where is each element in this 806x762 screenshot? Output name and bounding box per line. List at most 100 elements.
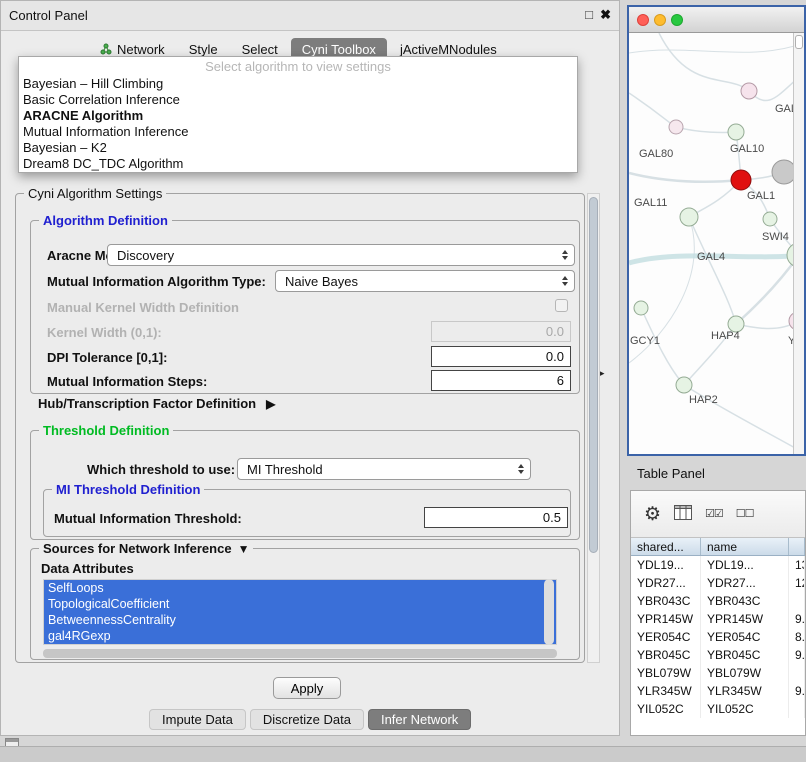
settings-scrollbar[interactable] — [587, 193, 600, 663]
network-scrollbar-thumb[interactable] — [795, 35, 803, 49]
table-cell[interactable]: 9. — [789, 646, 805, 664]
settings-scrollbar-thumb[interactable] — [589, 197, 598, 553]
tab-impute-data[interactable]: Impute Data — [149, 709, 246, 730]
algorithm-option[interactable]: Dream8 DC_TDC Algorithm — [19, 156, 577, 172]
apply-button[interactable]: Apply — [273, 677, 341, 699]
network-graph: GAL8GAL80GAL10GAL11GAL1SWI4GAL4GCY1HAP4H… — [629, 33, 804, 454]
table-cell[interactable]: YDR27... — [631, 574, 701, 592]
table-row[interactable]: YER054CYER054C8. — [631, 628, 805, 646]
algorithm-option[interactable]: Basic Correlation Inference — [19, 92, 577, 108]
aracne-mode-combobox[interactable]: Discovery — [107, 244, 575, 266]
table-cell[interactable]: YPR145W — [701, 610, 789, 628]
network-window-titlebar[interactable] — [629, 7, 804, 33]
table-cell[interactable]: YLR345W — [701, 682, 789, 700]
network-node[interactable] — [763, 212, 777, 226]
table-row[interactable]: YIL052CYIL052C — [631, 700, 805, 718]
table-row[interactable]: YDR27...YDR27...12 — [631, 574, 805, 592]
table-row[interactable]: YBR043CYBR043C — [631, 592, 805, 610]
table-row[interactable]: YDL19...YDL19...13 — [631, 556, 805, 574]
table-cell[interactable]: YLR345W — [631, 682, 701, 700]
algorithm-option[interactable]: ARACNE Algorithm — [19, 108, 577, 124]
table-cell[interactable]: 8. — [789, 628, 805, 646]
network-canvas[interactable]: GAL8GAL80GAL10GAL11GAL1SWI4GAL4GCY1HAP4H… — [629, 33, 804, 454]
table-cell[interactable]: YDL19... — [701, 556, 789, 574]
table-cell[interactable]: YBL079W — [701, 664, 789, 682]
table-row[interactable]: YPR145WYPR145W9. — [631, 610, 805, 628]
network-node[interactable] — [728, 124, 744, 140]
mi-threshold-input[interactable] — [424, 507, 568, 528]
hub-transcription-section-toggle[interactable]: Hub/Transcription Factor Definition ▶ — [38, 396, 275, 411]
sources-group: Sources for Network Inference ▼ Data Att… — [30, 548, 580, 660]
dpi-tolerance-input[interactable] — [431, 346, 571, 367]
table-cell[interactable]: YBR043C — [701, 592, 789, 610]
collapsed-arrow-icon[interactable]: ▶ — [266, 397, 275, 411]
columns-icon[interactable] — [674, 505, 692, 523]
table-row[interactable]: YBR045CYBR045C9. — [631, 646, 805, 664]
mac-minimize-icon[interactable] — [654, 14, 666, 26]
network-node[interactable] — [676, 377, 692, 393]
manual-kernel-width-checkbox[interactable] — [555, 299, 568, 312]
table-cell[interactable]: YDL19... — [631, 556, 701, 574]
select-all-icon[interactable]: ☑☑ — [705, 509, 723, 520]
tab-impute-data-label: Impute Data — [162, 712, 233, 727]
data-attributes-label: Data Attributes — [41, 561, 134, 576]
table-cell[interactable] — [789, 664, 805, 682]
column-header-name[interactable]: name — [701, 538, 789, 555]
gear-icon[interactable]: ⚙ — [644, 505, 661, 524]
table-row[interactable]: YLR345WYLR345W9. — [631, 682, 805, 700]
table-panel-title: Table Panel — [637, 466, 705, 481]
table-cell[interactable] — [789, 700, 805, 718]
tab-discretize-data[interactable]: Discretize Data — [250, 709, 364, 730]
expanded-arrow-icon[interactable]: ▼ — [238, 542, 250, 556]
table-cell[interactable] — [789, 592, 805, 610]
network-node[interactable] — [741, 83, 757, 99]
network-vertical-scrollbar[interactable] — [793, 33, 804, 454]
splitter-handle-icon[interactable]: ▸ — [600, 368, 605, 379]
network-tab-icon — [100, 43, 112, 55]
data-attributes-list[interactable]: SelfLoopsTopologicalCoefficientBetweenne… — [43, 579, 557, 645]
table-cell[interactable]: YBL079W — [631, 664, 701, 682]
table-cell[interactable]: 9. — [789, 682, 805, 700]
column-header-extra[interactable] — [789, 538, 805, 555]
attribute-list-item[interactable]: gal4RGexp — [44, 628, 556, 644]
mac-close-icon[interactable] — [637, 14, 649, 26]
table-row[interactable]: YBL079WYBL079W — [631, 664, 805, 682]
table-cell[interactable]: YIL052C — [701, 700, 789, 718]
network-node[interactable] — [634, 301, 648, 315]
network-node-label: GAL1 — [747, 190, 775, 202]
kernel-width-input[interactable] — [431, 321, 571, 342]
mi-algorithm-type-combobox[interactable]: Naive Bayes — [275, 270, 575, 292]
attribute-list-item[interactable]: TopologicalCoefficient — [44, 596, 556, 612]
attribute-list-item[interactable]: SelfLoops — [44, 580, 556, 596]
network-node-label: HAP2 — [689, 394, 718, 406]
table-cell[interactable]: YIL052C — [631, 700, 701, 718]
tab-infer-network[interactable]: Infer Network — [368, 709, 471, 730]
close-icon[interactable]: ✖ — [600, 7, 611, 23]
updown-arrows-icon — [562, 250, 568, 260]
network-node[interactable] — [731, 170, 751, 190]
algorithm-option[interactable]: Bayesian – K2 — [19, 140, 577, 156]
attribute-list-item[interactable]: BetweennessCentrality — [44, 612, 556, 628]
float-window-icon[interactable]: □ — [585, 7, 593, 22]
which-threshold-combobox[interactable]: MI Threshold — [237, 458, 531, 480]
table-cell[interactable]: YER054C — [701, 628, 789, 646]
table-cell[interactable]: YBR045C — [631, 646, 701, 664]
mac-zoom-icon[interactable] — [671, 14, 683, 26]
table-cell[interactable]: YPR145W — [631, 610, 701, 628]
table-cell[interactable]: 9. — [789, 610, 805, 628]
network-node[interactable] — [680, 208, 698, 226]
algorithm-option[interactable]: Mutual Information Inference — [19, 124, 577, 140]
attributes-horizontal-scrollbar[interactable] — [43, 649, 557, 658]
table-cell[interactable]: YBR045C — [701, 646, 789, 664]
column-header-shared-name[interactable]: shared... — [631, 538, 701, 555]
deselect-all-icon[interactable]: ☐☐ — [736, 509, 754, 520]
table-cell[interactable]: 12 — [789, 574, 805, 592]
table-cell[interactable]: YDR27... — [701, 574, 789, 592]
table-cell[interactable]: 13 — [789, 556, 805, 574]
table-cell[interactable]: YBR043C — [631, 592, 701, 610]
attributes-vertical-scrollbar[interactable] — [544, 579, 554, 645]
network-node[interactable] — [669, 120, 683, 134]
mi-steps-input[interactable] — [431, 370, 571, 391]
table-cell[interactable]: YER054C — [631, 628, 701, 646]
algorithm-option[interactable]: Bayesian – Hill Climbing — [19, 76, 577, 92]
